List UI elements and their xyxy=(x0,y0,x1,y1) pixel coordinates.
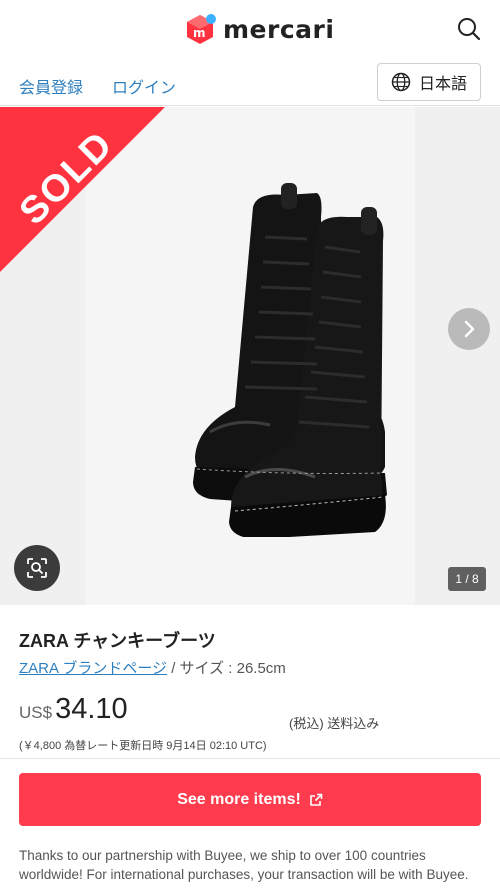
price-value: 34.10 xyxy=(55,693,128,725)
exchange-rate-note: (￥4,800 為替レート更新日時 9月14日 02:10 UTC) xyxy=(19,740,267,752)
buyee-notice: Thanks to our partnership with Buyee, we… xyxy=(19,848,469,882)
external-link-icon xyxy=(309,793,323,806)
language-button[interactable]: 日本語 xyxy=(377,63,481,101)
image-counter: 1 / 8 xyxy=(448,567,486,591)
search-button[interactable] xyxy=(456,16,482,42)
mercari-logo-icon: m xyxy=(183,12,217,46)
image-search-button[interactable] xyxy=(14,545,60,591)
language-label: 日本語 xyxy=(418,76,467,93)
see-more-items-button[interactable]: See more items! xyxy=(19,773,481,826)
brand-page-link[interactable]: ZARA ブランドページ xyxy=(19,660,167,677)
image-gallery[interactable]: SOLD 1 / 8 xyxy=(0,107,500,605)
subheader: 会員登録 ログイン 日本語 xyxy=(0,58,500,106)
login-link[interactable]: ログイン xyxy=(112,74,176,98)
globe-icon xyxy=(391,72,411,92)
search-icon xyxy=(458,18,481,41)
item-title: ZARA チャンキーブーツ xyxy=(19,631,216,651)
price-currency: US$ xyxy=(19,703,53,722)
mercari-logo[interactable]: m mercari xyxy=(183,12,334,46)
tax-shipping-note: (税込) 送料込み xyxy=(289,716,380,731)
logo-text: mercari xyxy=(223,14,335,44)
divider xyxy=(0,758,500,759)
register-link[interactable]: 会員登録 xyxy=(19,74,83,98)
next-image-button[interactable] xyxy=(448,308,490,350)
chevron-right-icon xyxy=(464,320,475,338)
item-meta: ZARA ブランドページ / サイズ : 26.5cm xyxy=(19,657,286,678)
header: m mercari xyxy=(0,0,500,58)
item-price: US$ 34.10 xyxy=(19,693,128,726)
item-size: / サイズ : 26.5cm xyxy=(167,660,286,677)
cta-label: See more items! xyxy=(177,790,301,808)
svg-text:m: m xyxy=(193,26,206,40)
image-search-icon xyxy=(27,558,47,578)
